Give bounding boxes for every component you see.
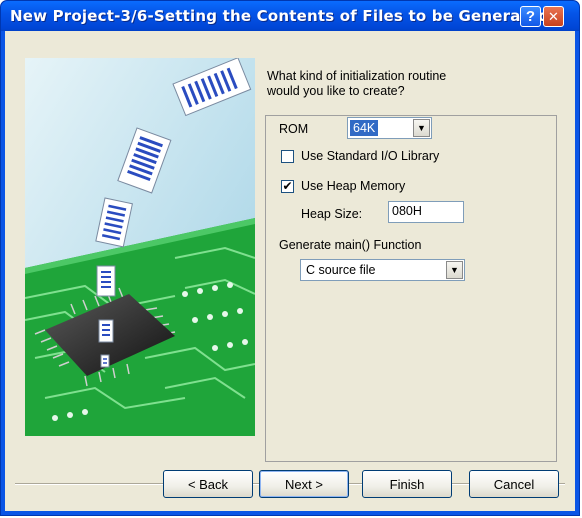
rom-select[interactable]: 64K ▼: [347, 117, 432, 139]
rom-selected-value: 64K: [350, 120, 379, 136]
question-line-1: What kind of initialization routine: [267, 69, 447, 83]
main-function-select[interactable]: C source file ▼: [300, 259, 465, 281]
dialog-client-area: What kind of initialization routine woul…: [5, 31, 575, 511]
dialog-window: New Project-3/6-Setting the Contents of …: [0, 0, 580, 516]
question-text: What kind of initialization routine woul…: [267, 69, 527, 99]
heap-label[interactable]: Use Heap Memory: [301, 179, 405, 193]
rom-label: ROM: [279, 122, 309, 136]
checkmark-icon: ✔: [282, 179, 293, 193]
cancel-button[interactable]: Cancel: [469, 470, 559, 498]
heap-checkbox[interactable]: ✔: [281, 180, 294, 193]
main-function-label: Generate main() Function: [279, 238, 422, 252]
next-button[interactable]: Next >: [259, 470, 349, 498]
close-icon: ✕: [548, 8, 559, 24]
chevron-down-icon[interactable]: ▼: [446, 261, 463, 279]
main-function-selected-value: C source file: [306, 263, 376, 277]
std-io-label[interactable]: Use Standard I/O Library: [301, 149, 439, 163]
finish-button[interactable]: Finish: [362, 470, 452, 498]
question-line-2: would you like to create?: [267, 84, 405, 98]
std-io-checkbox[interactable]: [281, 150, 294, 163]
back-button[interactable]: < Back: [163, 470, 253, 498]
chip-documents-illustration: [25, 58, 255, 436]
help-icon: ?: [525, 8, 536, 25]
title-bar[interactable]: New Project-3/6-Setting the Contents of …: [1, 1, 579, 31]
heap-size-input[interactable]: 080H: [388, 201, 464, 223]
close-button[interactable]: ✕: [543, 6, 564, 27]
window-title: New Project-3/6-Setting the Contents of …: [10, 7, 550, 25]
chevron-down-icon[interactable]: ▼: [413, 119, 430, 137]
heap-size-label: Heap Size:: [301, 207, 363, 221]
options-group-box: [265, 115, 557, 462]
wizard-illustration: [25, 58, 255, 436]
help-button[interactable]: ?: [520, 6, 541, 27]
